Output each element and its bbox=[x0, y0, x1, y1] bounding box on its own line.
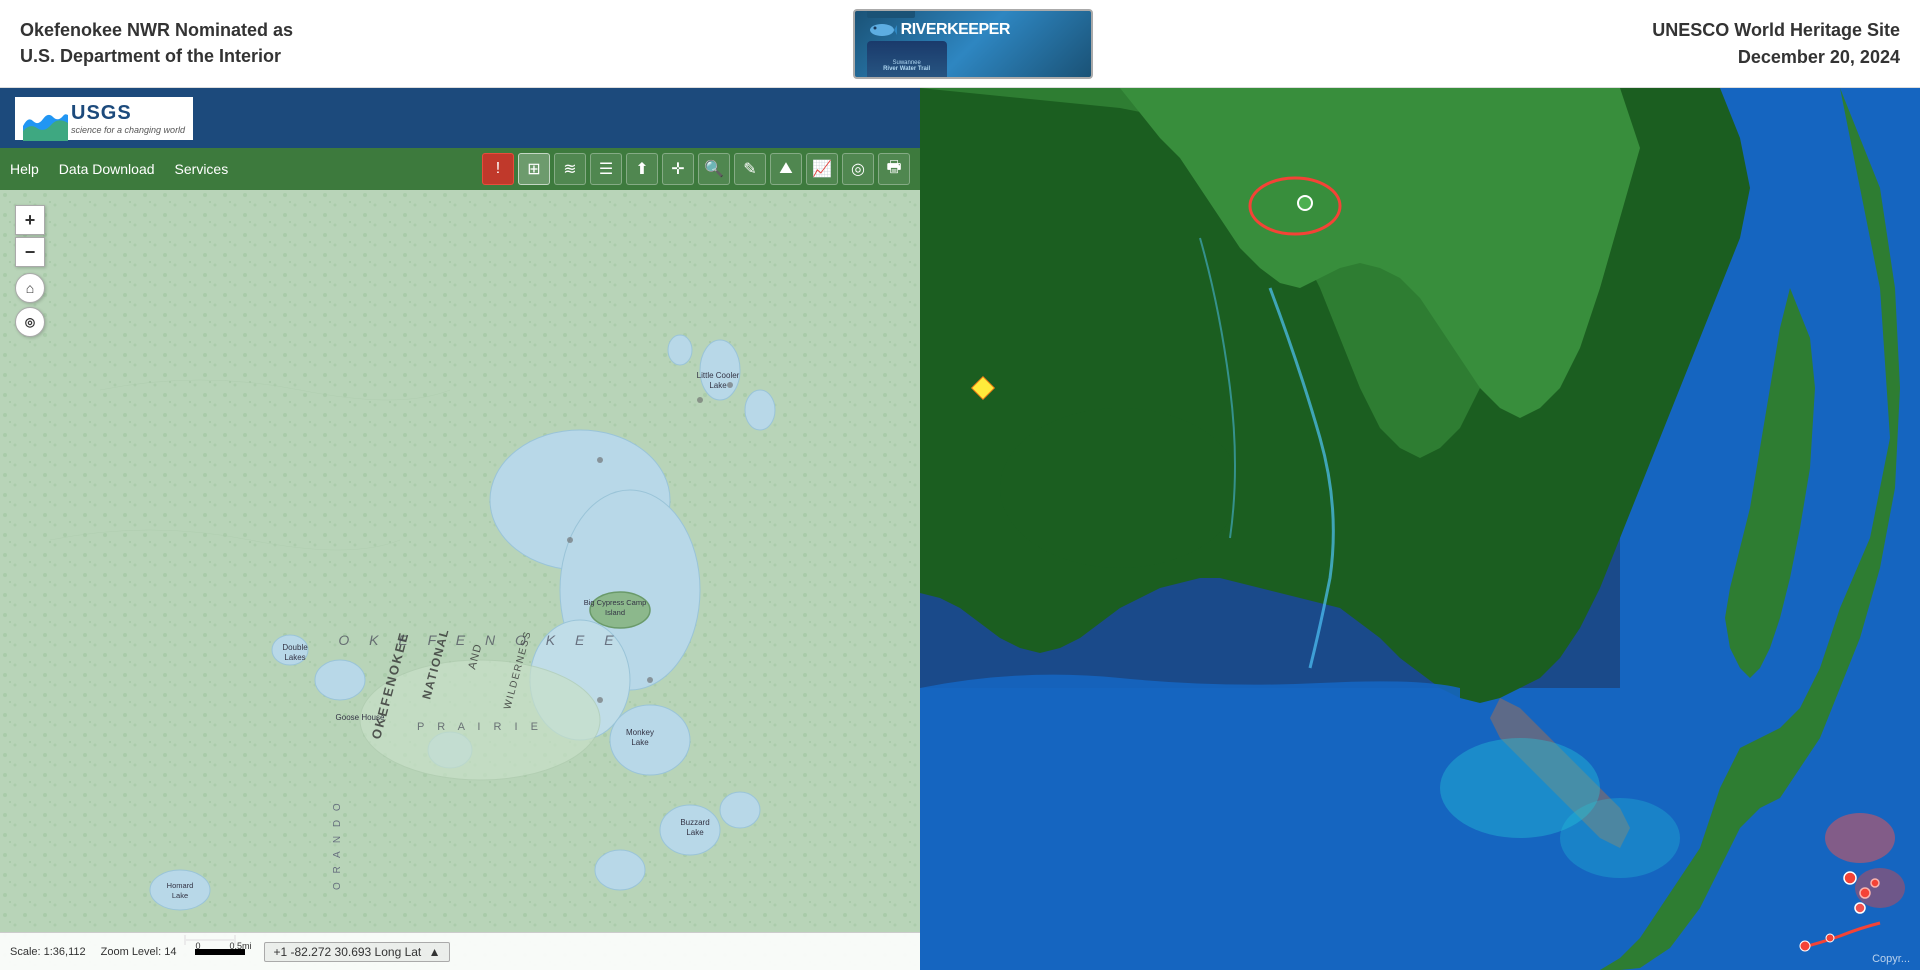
svg-text:Goose House: Goose House bbox=[336, 713, 385, 722]
riverkeeper-logo[interactable]: WWALS Suwannee RIVERKEEPER Suwannee R bbox=[853, 9, 1093, 79]
coord-expand-icon[interactable]: ▲ bbox=[429, 945, 441, 959]
svg-text:P R A I R I E: P R A I R I E bbox=[417, 721, 543, 733]
print-button[interactable]: 🖶 bbox=[878, 153, 910, 185]
layers-icon: ≋ bbox=[563, 159, 576, 179]
riverkeeper-text: RIVERKEEPER bbox=[901, 21, 1010, 39]
svg-text:O R A N D O: O R A N D O bbox=[332, 800, 343, 890]
exclamation-button[interactable]: ! bbox=[482, 153, 514, 185]
mountain-button[interactable]: ⛰ bbox=[770, 153, 802, 185]
svg-text:Lake: Lake bbox=[686, 828, 704, 837]
svg-text:Lake: Lake bbox=[631, 738, 649, 747]
grid-icon: ⊞ bbox=[527, 159, 540, 179]
exclamation-icon: ! bbox=[496, 160, 500, 178]
usgs-header: USGS science for a changing world bbox=[0, 88, 920, 148]
toolbar-help-menu[interactable]: Help bbox=[10, 161, 39, 177]
scale-text: Scale: 1:36,112 bbox=[10, 946, 86, 958]
chart-button[interactable]: 📈 bbox=[806, 153, 838, 185]
map-controls: + − ⌂ ◎ bbox=[15, 205, 45, 337]
search-button[interactable]: 🔍 bbox=[698, 153, 730, 185]
list-icon: ☰ bbox=[599, 159, 613, 179]
fish-svg-icon bbox=[867, 20, 897, 40]
wwals-label: WWALS bbox=[872, 9, 910, 15]
chart-icon: 📈 bbox=[812, 159, 832, 179]
usgs-wave-icon bbox=[23, 101, 68, 141]
coordinate-display: +1 -82.272 30.693 Long Lat ▲ bbox=[264, 942, 449, 962]
map-statusbar: Scale: 1:36,112 Zoom Level: 14 0 0.5mi +… bbox=[0, 932, 920, 970]
svg-text:O K E F E N O K E E: O K E F E N O K E E bbox=[338, 632, 621, 648]
top-banner: Okefenokee NWR Nominated as U.S. Departm… bbox=[0, 0, 1920, 88]
map-svg: OKEFENOKEE NATIONAL AND WILDERNESS O K E… bbox=[0, 190, 920, 970]
svg-text:Double: Double bbox=[282, 643, 308, 652]
banner-right: UNESCO World Heritage Site December 20, … bbox=[1652, 17, 1900, 71]
mountain-icon: ⛰ bbox=[779, 160, 792, 178]
svg-text:Lakes: Lakes bbox=[284, 653, 305, 662]
pencil-button[interactable]: ✎ bbox=[734, 153, 766, 185]
satellite-copyright: Copyr... bbox=[1872, 953, 1910, 965]
location-button[interactable]: ◎ bbox=[15, 307, 45, 337]
heritage-date: December 20, 2024 bbox=[1652, 44, 1900, 71]
target-button[interactable]: ◎ bbox=[842, 153, 874, 185]
usgs-icon bbox=[23, 101, 63, 136]
suwannee-label: Suwannee bbox=[921, 9, 980, 15]
heritage-title: UNESCO World Heritage Site bbox=[1652, 17, 1900, 44]
usgs-logo-box: USGS science for a changing world bbox=[15, 97, 193, 140]
svg-text:Big Cypress Camp: Big Cypress Camp bbox=[584, 598, 647, 607]
map-area[interactable]: OKEFENOKEE NATIONAL AND WILDERNESS O K E… bbox=[0, 190, 920, 970]
grid-button[interactable]: ⊞ bbox=[518, 153, 550, 185]
svg-text:Island: Island bbox=[605, 608, 625, 617]
zoom-in-button[interactable]: + bbox=[15, 205, 45, 235]
banner-title-line1: Okefenokee NWR Nominated as bbox=[20, 18, 293, 43]
target-icon: ◎ bbox=[851, 159, 865, 179]
toolbar-services-menu[interactable]: Services bbox=[175, 161, 229, 177]
usgs-toolbar: Help Data Download Services ! ⊞ ≋ ☰ ⬆ bbox=[0, 148, 920, 190]
upload-icon: ⬆ bbox=[635, 159, 648, 179]
print-icon: 🖶 bbox=[886, 156, 901, 183]
list-button[interactable]: ☰ bbox=[590, 153, 622, 185]
banner-left: Okefenokee NWR Nominated as U.S. Departm… bbox=[20, 18, 293, 68]
svg-text:Little Cooler: Little Cooler bbox=[697, 371, 740, 380]
banner-title-line2: U.S. Department of the Interior bbox=[20, 44, 293, 69]
search-icon: 🔍 bbox=[704, 159, 724, 179]
toolbar-data-download-menu[interactable]: Data Download bbox=[59, 161, 155, 177]
svg-text:Homard: Homard bbox=[167, 881, 194, 890]
right-panel[interactable]: Copyr... bbox=[920, 88, 1920, 970]
banner-center: WWALS Suwannee RIVERKEEPER Suwannee R bbox=[853, 9, 1093, 79]
svg-text:Buzzard: Buzzard bbox=[680, 818, 709, 827]
crosshair-icon: ✛ bbox=[671, 159, 684, 179]
layers-button[interactable]: ≋ bbox=[554, 153, 586, 185]
river-trail-badge: Suwannee River Water Trail bbox=[867, 41, 947, 79]
svg-text:Lake: Lake bbox=[172, 891, 188, 900]
usgs-sub-text: science for a changing world bbox=[71, 125, 185, 135]
main-layout: USGS science for a changing world Help D… bbox=[0, 88, 1920, 970]
scale-bar-label: 0.5mi bbox=[229, 941, 251, 951]
toolbar-icons: ! ⊞ ≋ ☰ ⬆ ✛ 🔍 bbox=[482, 153, 910, 185]
scale-bar: 0 0.5mi bbox=[195, 949, 245, 955]
svg-text:Monkey: Monkey bbox=[626, 728, 654, 737]
satellite-svg bbox=[920, 88, 1920, 970]
upload-button[interactable]: ⬆ bbox=[626, 153, 658, 185]
pencil-icon: ✎ bbox=[743, 159, 756, 179]
usgs-text-block: USGS science for a changing world bbox=[71, 102, 185, 135]
zoom-text: Zoom Level: 14 bbox=[101, 946, 177, 958]
home-button[interactable]: ⌂ bbox=[15, 273, 45, 303]
coord-text: +1 -82.272 30.693 Long Lat bbox=[273, 945, 421, 959]
satellite-map: Copyr... bbox=[920, 88, 1920, 970]
svg-text:Lake: Lake bbox=[709, 381, 727, 390]
zoom-out-button[interactable]: − bbox=[15, 237, 45, 267]
usgs-main-text: USGS bbox=[71, 102, 185, 125]
usgs-logo: USGS science for a changing world bbox=[15, 97, 193, 140]
left-panel: USGS science for a changing world Help D… bbox=[0, 88, 920, 970]
crosshair-button[interactable]: ✛ bbox=[662, 153, 694, 185]
